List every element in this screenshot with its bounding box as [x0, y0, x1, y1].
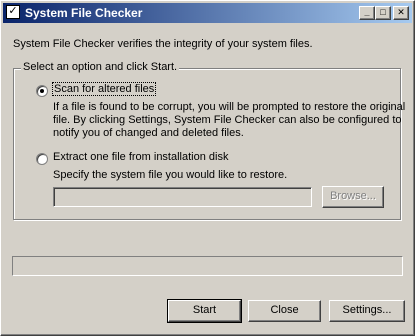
scan-altered-files-text: Scan for altered files [54, 83, 155, 95]
title-bar[interactable]: ✓ System File Checker _ □ ✕ [3, 3, 412, 23]
settings-button[interactable]: Settings... [329, 300, 405, 322]
maximize-icon: □ [380, 7, 386, 17]
browse-button[interactable]: Browse... [322, 186, 384, 208]
radio-selected-dot [40, 89, 44, 93]
window-title: System File Checker [25, 6, 143, 20]
extract-file-radio[interactable] [36, 153, 48, 165]
scan-description: If a file is found to be corrupt, you wi… [53, 101, 405, 140]
groupbox-legend: Select an option and click Start. [21, 61, 180, 73]
extract-file-label[interactable]: Extract one file from installation disk [53, 151, 228, 163]
start-button[interactable]: Start [167, 299, 242, 323]
scan-altered-files-radio[interactable] [36, 85, 48, 97]
options-groupbox: Select an option and click Start. Scan f… [13, 61, 405, 220]
minimize-icon: _ [364, 7, 370, 17]
scan-description-line: notify you of changed and deleted files. [53, 127, 244, 139]
close-button[interactable]: Close [248, 300, 321, 322]
app-check-icon: ✓ [6, 5, 20, 19]
system-file-path-input[interactable] [53, 187, 312, 207]
scan-description-line: If a file is found to be corrupt, you wi… [53, 101, 406, 113]
intro-text: System File Checker verifies the integri… [13, 38, 313, 50]
maximize-button[interactable]: □ [375, 6, 391, 20]
progress-bar [12, 256, 403, 276]
system-file-checker-window: ✓ System File Checker _ □ ✕ System File … [0, 0, 415, 336]
scan-description-line: file. By clicking Settings, System File … [53, 114, 402, 126]
scan-altered-files-label[interactable]: Scan for altered files [51, 82, 157, 96]
minimize-button[interactable]: _ [359, 6, 375, 20]
close-icon: ✕ [397, 7, 405, 17]
close-window-button[interactable]: ✕ [393, 6, 409, 20]
extract-description: Specify the system file you would like t… [53, 169, 288, 181]
